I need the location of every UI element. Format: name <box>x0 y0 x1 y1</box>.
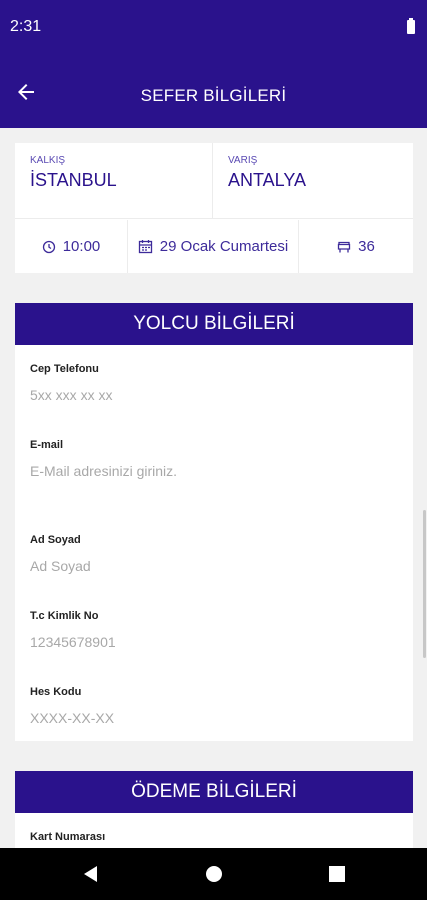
clock-icon <box>42 240 55 253</box>
email-field-group: E-mail <box>30 435 398 479</box>
payment-section-header: ÖDEME BİLGİLERİ <box>15 771 413 813</box>
nav-back-icon[interactable] <box>79 862 103 886</box>
trip-details-row: 10:00 29 Ocak Cumartesi 36 <box>15 220 413 273</box>
trip-summary-card: KALKIŞ İSTANBUL VARIŞ ANTALYA 10:00 29 O… <box>15 143 413 273</box>
arrival-city: ANTALYA <box>228 170 307 190</box>
nav-recents-icon[interactable] <box>325 862 349 886</box>
status-time: 2:31 <box>10 18 42 35</box>
departure-label: KALKIŞ <box>30 155 66 166</box>
hes-code-label: Hes Kodu <box>30 686 82 698</box>
phone-input[interactable] <box>30 387 390 403</box>
card-number-label: Kart Numarası <box>30 831 106 843</box>
seat-icon <box>338 241 351 252</box>
nav-home-icon[interactable] <box>202 862 226 886</box>
seat-value: 36 <box>358 238 375 255</box>
email-label: E-mail <box>30 439 64 451</box>
departure-date: 29 Ocak Cumartesi <box>128 220 299 273</box>
email-input[interactable] <box>30 463 390 479</box>
passenger-form: Cep Telefonu E-mail Ad Soyad T.c Kimlik … <box>15 345 413 741</box>
departure-city: İSTANBUL <box>30 170 117 190</box>
tc-id-input[interactable] <box>30 634 390 650</box>
app-bar: SEFER BİLGİLERİ <box>0 56 427 128</box>
passenger-section-header: YOLCU BİLGİLERİ <box>15 303 413 345</box>
page-title: SEFER BİLGİLERİ <box>140 86 287 105</box>
payment-form: Kart Numarası <box>15 813 413 853</box>
route-row: KALKIŞ İSTANBUL VARIŞ ANTALYA <box>15 143 413 219</box>
tc-id-label: T.c Kimlik No <box>30 610 99 622</box>
tc-id-field-group: T.c Kimlik No <box>30 606 398 650</box>
name-input[interactable] <box>30 558 390 574</box>
calendar-icon <box>138 240 152 254</box>
time-value: 10:00 <box>62 238 101 255</box>
battery-icon <box>407 18 415 34</box>
status-bar: 2:31 <box>0 0 427 56</box>
name-label: Ad Soyad <box>30 534 81 546</box>
name-field-group: Ad Soyad <box>30 530 398 574</box>
seat-number: 36 <box>299 220 413 273</box>
phone-field-group: Cep Telefonu <box>30 359 398 403</box>
hes-code-field-group: Hes Kodu <box>30 682 398 726</box>
phone-label: Cep Telefonu <box>30 363 99 375</box>
card-number-field-group: Kart Numarası <box>30 827 398 845</box>
system-navigation-bar <box>0 848 427 900</box>
arrival: VARIŞ ANTALYA <box>213 143 413 219</box>
scrollbar[interactable] <box>423 510 426 658</box>
departure-time: 10:00 <box>15 220 128 273</box>
departure: KALKIŞ İSTANBUL <box>15 143 213 219</box>
arrival-label: VARIŞ <box>228 155 258 166</box>
date-value: 29 Ocak Cumartesi <box>159 238 289 255</box>
hes-code-input[interactable] <box>30 710 390 726</box>
